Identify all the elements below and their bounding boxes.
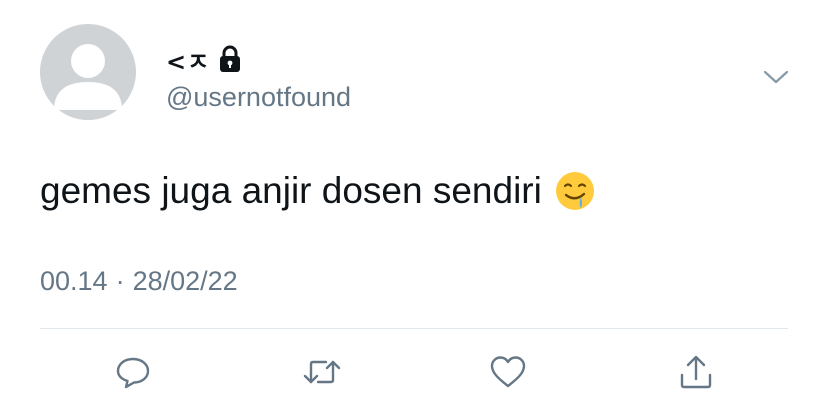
avatar[interactable] [40,24,136,120]
tweet-card: <ㅈ @usernotfound gemes juga anjir dosen … [0,0,828,417]
tweet-time: 00.14 [40,266,108,296]
tweet-timestamp[interactable]: 00.14 · 28/02/22 [40,266,238,297]
share-button[interactable] [676,352,716,392]
divider [40,328,788,329]
tweet-text-content: gemes juga anjir dosen sendiri [40,170,542,211]
name-row: <ㅈ [166,41,242,77]
like-icon [490,356,526,388]
lock-icon [218,45,242,73]
share-icon [680,355,712,389]
chevron-down-icon[interactable] [762,66,790,88]
drooling-face-emoji-icon [554,170,596,212]
meta-separator: · [115,266,125,296]
username[interactable]: @usernotfound [166,82,351,113]
like-button[interactable] [488,352,528,392]
retweet-icon [303,360,341,384]
tweet-date: 28/02/22 [132,266,238,296]
retweet-button[interactable] [302,352,342,392]
display-name[interactable]: <ㅈ [166,42,210,77]
reply-button[interactable] [113,352,153,392]
reply-icon [116,357,150,389]
tweet-text: gemes juga anjir dosen sendiri [40,170,596,212]
default-avatar-icon [54,44,122,110]
